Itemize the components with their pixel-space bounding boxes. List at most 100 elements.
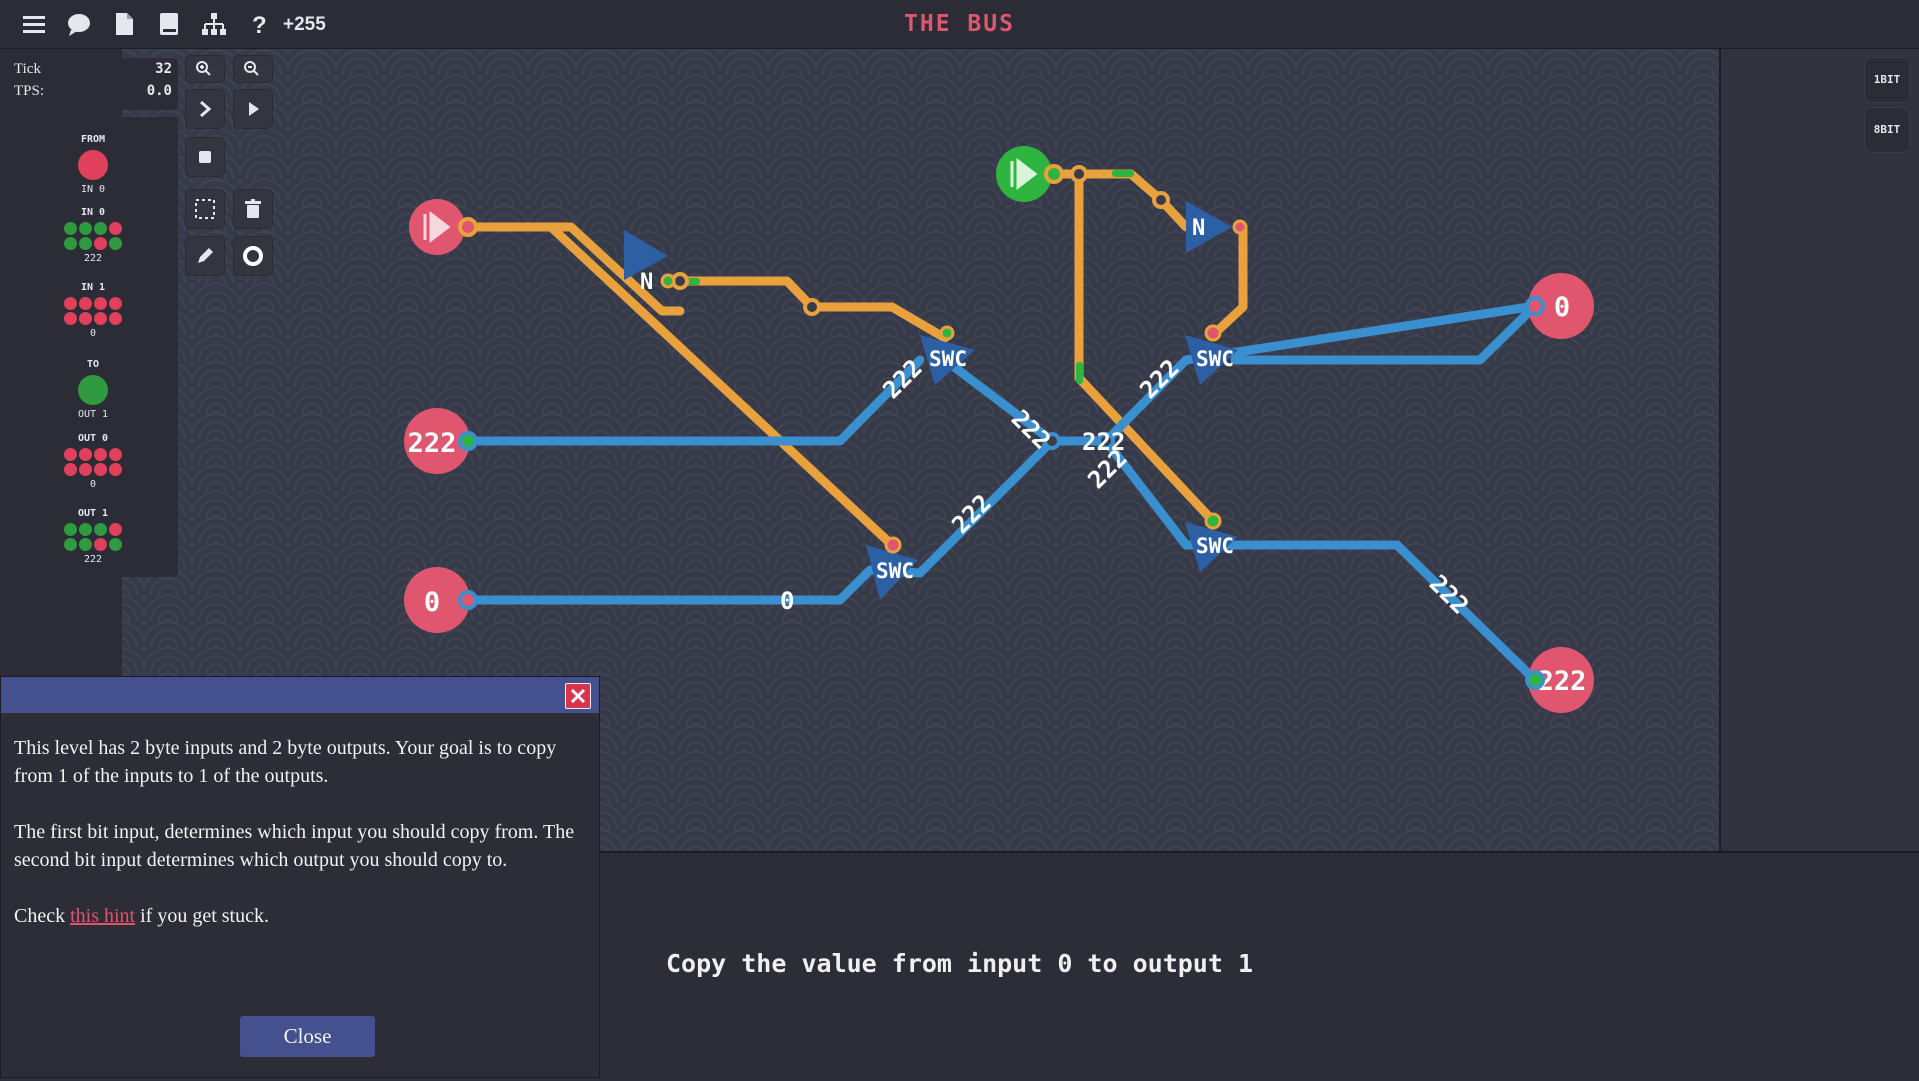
input-pin-byte-1: 0 [404, 567, 478, 633]
dialog-paragraph: This level has 2 byte inputs and 2 byte … [14, 737, 557, 787]
output-0-label: 0 [1554, 292, 1570, 323]
select-icon [195, 199, 215, 219]
instruction-panel: Copy the value from input 0 to output 1 [600, 851, 1919, 1081]
dialog-close-button[interactable] [565, 683, 591, 709]
input-pin-control-0 [409, 199, 478, 255]
bit-indicator [64, 237, 77, 250]
tps-value: 0.0 [146, 83, 172, 99]
hint-prefix: Check [14, 905, 71, 927]
io-from: FROM IN 0 [8, 133, 178, 197]
bit-indicator [79, 237, 92, 250]
bit-indicator [64, 448, 77, 461]
instruction-text: Copy the value from input 0 to output 1 [666, 949, 1253, 978]
bit-indicator [64, 222, 77, 235]
io-out1: OUT 1 222 [8, 507, 178, 567]
bit-indicator [109, 222, 122, 235]
swc-label: SWC [1196, 534, 1234, 558]
data-wires [463, 301, 1540, 685]
bit-indicator [109, 538, 122, 551]
zoom-in-icon [196, 61, 211, 76]
bit-indicator [78, 150, 108, 180]
dialog-paragraph: Check this hint if you get stuck. [14, 902, 594, 930]
step-icon [200, 100, 212, 118]
wire-marker [1112, 170, 1134, 177]
close-button[interactable]: Close [240, 1016, 375, 1057]
hint-link[interactable]: this hint [70, 905, 135, 927]
zoom-out-button[interactable] [233, 55, 273, 83]
wire-value-label: 222 [1134, 354, 1184, 404]
io-in0-label: IN 0 [80, 207, 106, 218]
trash-icon [245, 199, 261, 218]
bit-indicator [79, 312, 92, 325]
bit-indicator [109, 312, 122, 325]
io-in1-value: 0 [89, 328, 97, 339]
tps-label: TPS: [14, 83, 45, 99]
bit-indicator [79, 448, 92, 461]
input-pin-control-1 [996, 146, 1064, 202]
select-button[interactable] [185, 189, 225, 229]
io-to: TO OUT 1 [8, 358, 178, 422]
bit-indicator [94, 538, 107, 551]
pencil-button[interactable] [185, 236, 225, 276]
io-out0-value: 0 [89, 479, 97, 490]
bit-indicator [64, 538, 77, 551]
input-0-label: 0 [424, 587, 440, 618]
bit-indicator [78, 375, 108, 405]
wire-value-label: 222 [946, 489, 996, 539]
io-in0: IN 0 222 [8, 206, 178, 266]
play-icon [249, 102, 259, 116]
bit-indicator [109, 523, 122, 536]
tick-counter: Tick 32 TPS: 0.0 [8, 58, 178, 110]
delete-button[interactable] [233, 189, 273, 229]
one-bit-button[interactable]: 1BIT [1864, 57, 1910, 103]
io-out1-label: OUT 1 [77, 508, 109, 519]
stop-button[interactable] [185, 137, 225, 177]
stop-icon [199, 151, 211, 163]
level-title: THE BUS [904, 11, 1015, 37]
swc-label: SWC [929, 347, 967, 371]
bit-indicator [64, 523, 77, 536]
zoom-in-button[interactable] [185, 55, 225, 83]
io-out1-value: 222 [83, 554, 103, 565]
io-panel: FROM IN 0 IN 0 222 IN 1 0 TO OUT 1 OUT 0… [8, 117, 178, 577]
play-button[interactable] [233, 89, 273, 129]
io-in1-label: IN 1 [80, 282, 106, 293]
bit-indicator [109, 297, 122, 310]
junction [1070, 165, 1088, 183]
board-right-area [1719, 49, 1919, 851]
level-dialog: This level has 2 byte inputs and 2 byte … [0, 676, 600, 1078]
bit-indicator [94, 297, 107, 310]
bit-indicator [94, 523, 107, 536]
pencil-icon [198, 248, 213, 263]
control-wires [463, 169, 1248, 550]
not-gate-right: N [1186, 201, 1248, 253]
bit-indicator [79, 523, 92, 536]
swc-label: SWC [876, 559, 914, 583]
io-to-sub: OUT 1 [77, 409, 109, 420]
tick-value: 32 [155, 61, 172, 77]
io-in1: IN 1 0 [8, 281, 178, 341]
hint-suffix: if you get stuck. [135, 905, 269, 927]
io-from-sub: IN 0 [80, 184, 106, 195]
junction [1152, 191, 1170, 209]
bit-indicator [64, 312, 77, 325]
output-pin-1: 222 [1525, 647, 1594, 713]
ring-button[interactable] [233, 236, 273, 276]
swc-gate-bottom: SWC [866, 536, 918, 600]
swc-gate-right-bottom: SWC [1185, 512, 1238, 572]
bit-indicator [79, 538, 92, 551]
eight-bit-button[interactable]: 8BIT [1864, 107, 1910, 153]
tick-label: Tick [14, 61, 41, 77]
output-pin-0: 0 [1525, 273, 1594, 339]
io-from-label: FROM [80, 134, 106, 145]
step-button[interactable] [185, 89, 225, 129]
io-to-label: TO [86, 359, 100, 370]
input-pin-byte-0: 222 [404, 408, 478, 474]
top-bar: ? +255 THE BUS [0, 0, 1919, 49]
junction [803, 298, 821, 316]
io-out0-label: OUT 0 [77, 433, 109, 444]
io-in0-value: 222 [83, 253, 103, 264]
bit-indicator [109, 448, 122, 461]
bit-indicator [109, 237, 122, 250]
not-label: N [640, 270, 653, 295]
